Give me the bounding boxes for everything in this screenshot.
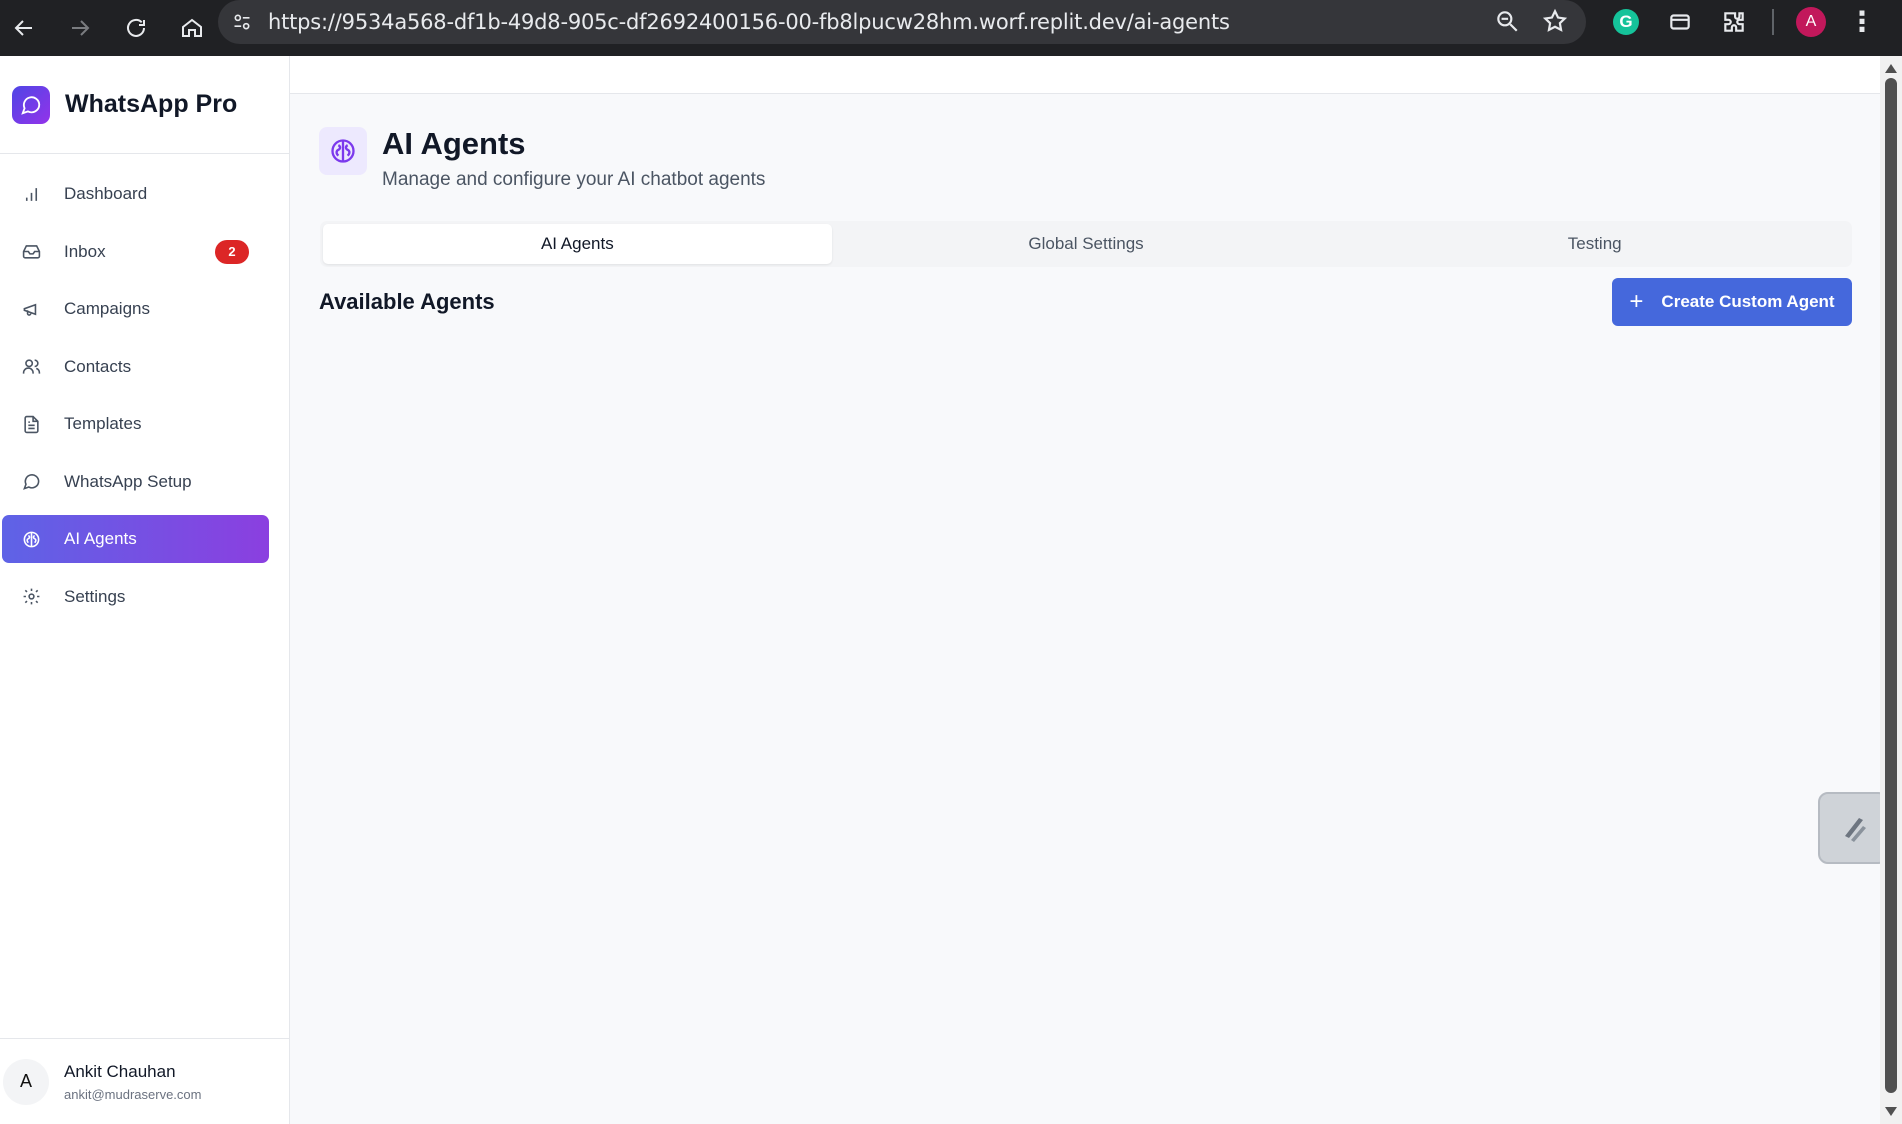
megaphone-icon [23,303,37,316]
user-profile-card[interactable]: A Ankit Chauhan ankit@mudraserve.com [0,1038,289,1124]
create-button-label: Create Custom Agent [1661,292,1835,311]
sidebar-item-label: Settings [64,586,126,606]
back-button[interactable] [6,10,42,46]
sidebar-item-label: Dashboard [64,184,148,203]
users-icon [22,359,41,374]
page-scrollbar[interactable] [1880,56,1902,1124]
user-name: Ankit Chauhan [64,1061,176,1081]
sidebar-item-label: Campaigns [64,299,150,318]
sidebar-item-campaigns[interactable]: Campaigns [2,285,269,333]
toolbar-divider [1772,9,1774,35]
sidebar-item-dashboard[interactable]: Dashboard [2,170,269,218]
file-text-icon [24,415,39,433]
top-header-bar [290,56,1880,94]
scroll-thumb[interactable] [1885,78,1897,1093]
brain-icon [23,531,40,547]
zoom-icon[interactable] [1494,8,1520,34]
browser-menu-icon[interactable]: ⋮ [1848,8,1876,36]
avatar: A [3,1058,49,1105]
profile-avatar[interactable]: A [1796,7,1826,37]
sidebar-item-ai-agents[interactable]: AI Agents [2,515,269,563]
bookmark-star-icon[interactable] [1542,8,1568,34]
tab-ai-agents[interactable]: AI Agents [323,224,832,264]
section-title: Available Agents [319,289,495,314]
gear-icon [23,588,40,605]
brand-header: WhatsApp Pro [0,56,289,154]
reload-button[interactable] [118,10,154,46]
arrow-right-icon [72,20,90,36]
create-custom-agent-button[interactable]: + Create Custom Agent [1612,278,1852,326]
sidebar-item-whatsapp-setup[interactable]: WhatsApp Setup [2,458,269,506]
user-email: ankit@mudraserve.com [64,1086,202,1102]
arrow-left-icon [14,20,32,36]
message-circle-icon [23,474,40,490]
sidebar-item-settings[interactable]: Settings [2,573,269,621]
address-bar[interactable]: https://9534a568-df1b-49d8-905c-df269240… [218,0,1586,44]
sidebar-item-label: Contacts [64,356,132,376]
page-title: AI Agents [382,126,526,161]
sidebar-item-label: Templates [64,414,142,433]
sidebar-nav: Dashboard Inbox 2 Campaigns Contacts Tem… [0,154,289,621]
browser-toolbar: https://9534a568-df1b-49d8-905c-df269240… [0,0,1902,56]
bolt-logo-icon [1845,818,1866,842]
tab-list: AI Agents Global Settings Testing [320,221,1852,267]
home-icon [182,18,202,37]
sidebar-item-label: AI Agents [64,529,137,548]
bar-chart-icon [25,187,38,201]
reload-icon [127,18,145,37]
floating-assistant-widget[interactable] [1818,792,1888,864]
grammarly-extension-icon[interactable]: G [1610,6,1642,38]
chat-bubble-logo-icon [12,85,50,124]
url-text[interactable]: https://9534a568-df1b-49d8-905c-df269240… [268,10,1230,34]
tab-testing[interactable]: Testing [1340,224,1849,264]
brain-icon [319,127,367,175]
extensions-puzzle-icon[interactable] [1718,6,1750,38]
extension-icon[interactable] [1664,6,1696,38]
page-subtitle: Manage and configure your AI chatbot age… [382,169,766,191]
brand-name: WhatsApp Pro [65,90,238,118]
scroll-down-arrow-icon[interactable] [1885,1107,1897,1116]
unread-count-badge: 2 [215,239,249,264]
scroll-up-arrow-icon[interactable] [1885,64,1897,73]
sidebar: WhatsApp Pro Dashboard Inbox 2 Campaigns… [0,56,290,1124]
home-button[interactable] [174,10,210,46]
tab-global-settings[interactable]: Global Settings [832,224,1341,264]
forward-button[interactable] [62,10,98,46]
sidebar-item-contacts[interactable]: Contacts [2,343,269,391]
sidebar-item-label: Inbox [64,241,106,261]
sidebar-item-inbox[interactable]: Inbox 2 [2,228,269,276]
page-header: AI Agents Manage and configure your AI c… [319,126,766,191]
sidebar-item-label: WhatsApp Setup [64,471,192,491]
sidebar-item-templates[interactable]: Templates [2,400,269,448]
site-info-icon[interactable] [228,8,256,36]
plus-icon: + [1629,288,1644,315]
inbox-icon [22,245,41,259]
